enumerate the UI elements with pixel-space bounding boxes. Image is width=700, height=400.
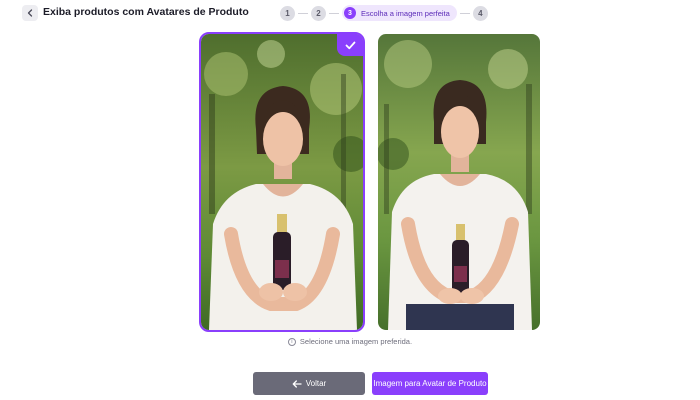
hint-text: Selecione uma imagem preferida. (299, 337, 413, 346)
back-button-label: Voltar (305, 379, 327, 388)
selected-badge (337, 34, 363, 56)
step-4[interactable]: 4 (472, 5, 488, 21)
step-3-number: 3 (344, 7, 356, 19)
step-separator (459, 12, 470, 14)
header-bar: Exiba produtos com Avatares de Produto 1… (0, 0, 700, 28)
avatar-photo-1 (201, 34, 363, 330)
avatar-photo-2 (378, 34, 540, 330)
info-icon: i (287, 337, 296, 346)
image-option-2[interactable] (378, 34, 540, 330)
back-footer-button[interactable]: Voltar (253, 372, 365, 395)
checkmark-icon (345, 41, 355, 49)
product-avatar-image-button[interactable]: Imagem para Avatar de Produto (372, 372, 488, 395)
chevron-left-icon (27, 9, 33, 17)
step-3-label: Escolha a imagem perfeita (361, 8, 450, 18)
step-1[interactable]: 1 (280, 5, 295, 21)
step-separator (298, 12, 308, 14)
arrow-left-icon (292, 379, 302, 388)
image-option-1[interactable] (199, 32, 365, 332)
next-button-label: Imagem para Avatar de Produto (373, 379, 487, 388)
selection-hint: i Selecione uma imagem preferida. (0, 337, 700, 346)
back-button[interactable] (22, 5, 38, 21)
step-3-active[interactable]: 3 Escolha a imagem perfeita (342, 5, 457, 21)
step-2[interactable]: 2 (311, 5, 326, 21)
step-separator (329, 12, 339, 14)
stepper: 1 2 3 Escolha a imagem perfeita 4 (280, 5, 488, 21)
page-title: Exiba produtos com Avatares de Produto (43, 6, 249, 18)
